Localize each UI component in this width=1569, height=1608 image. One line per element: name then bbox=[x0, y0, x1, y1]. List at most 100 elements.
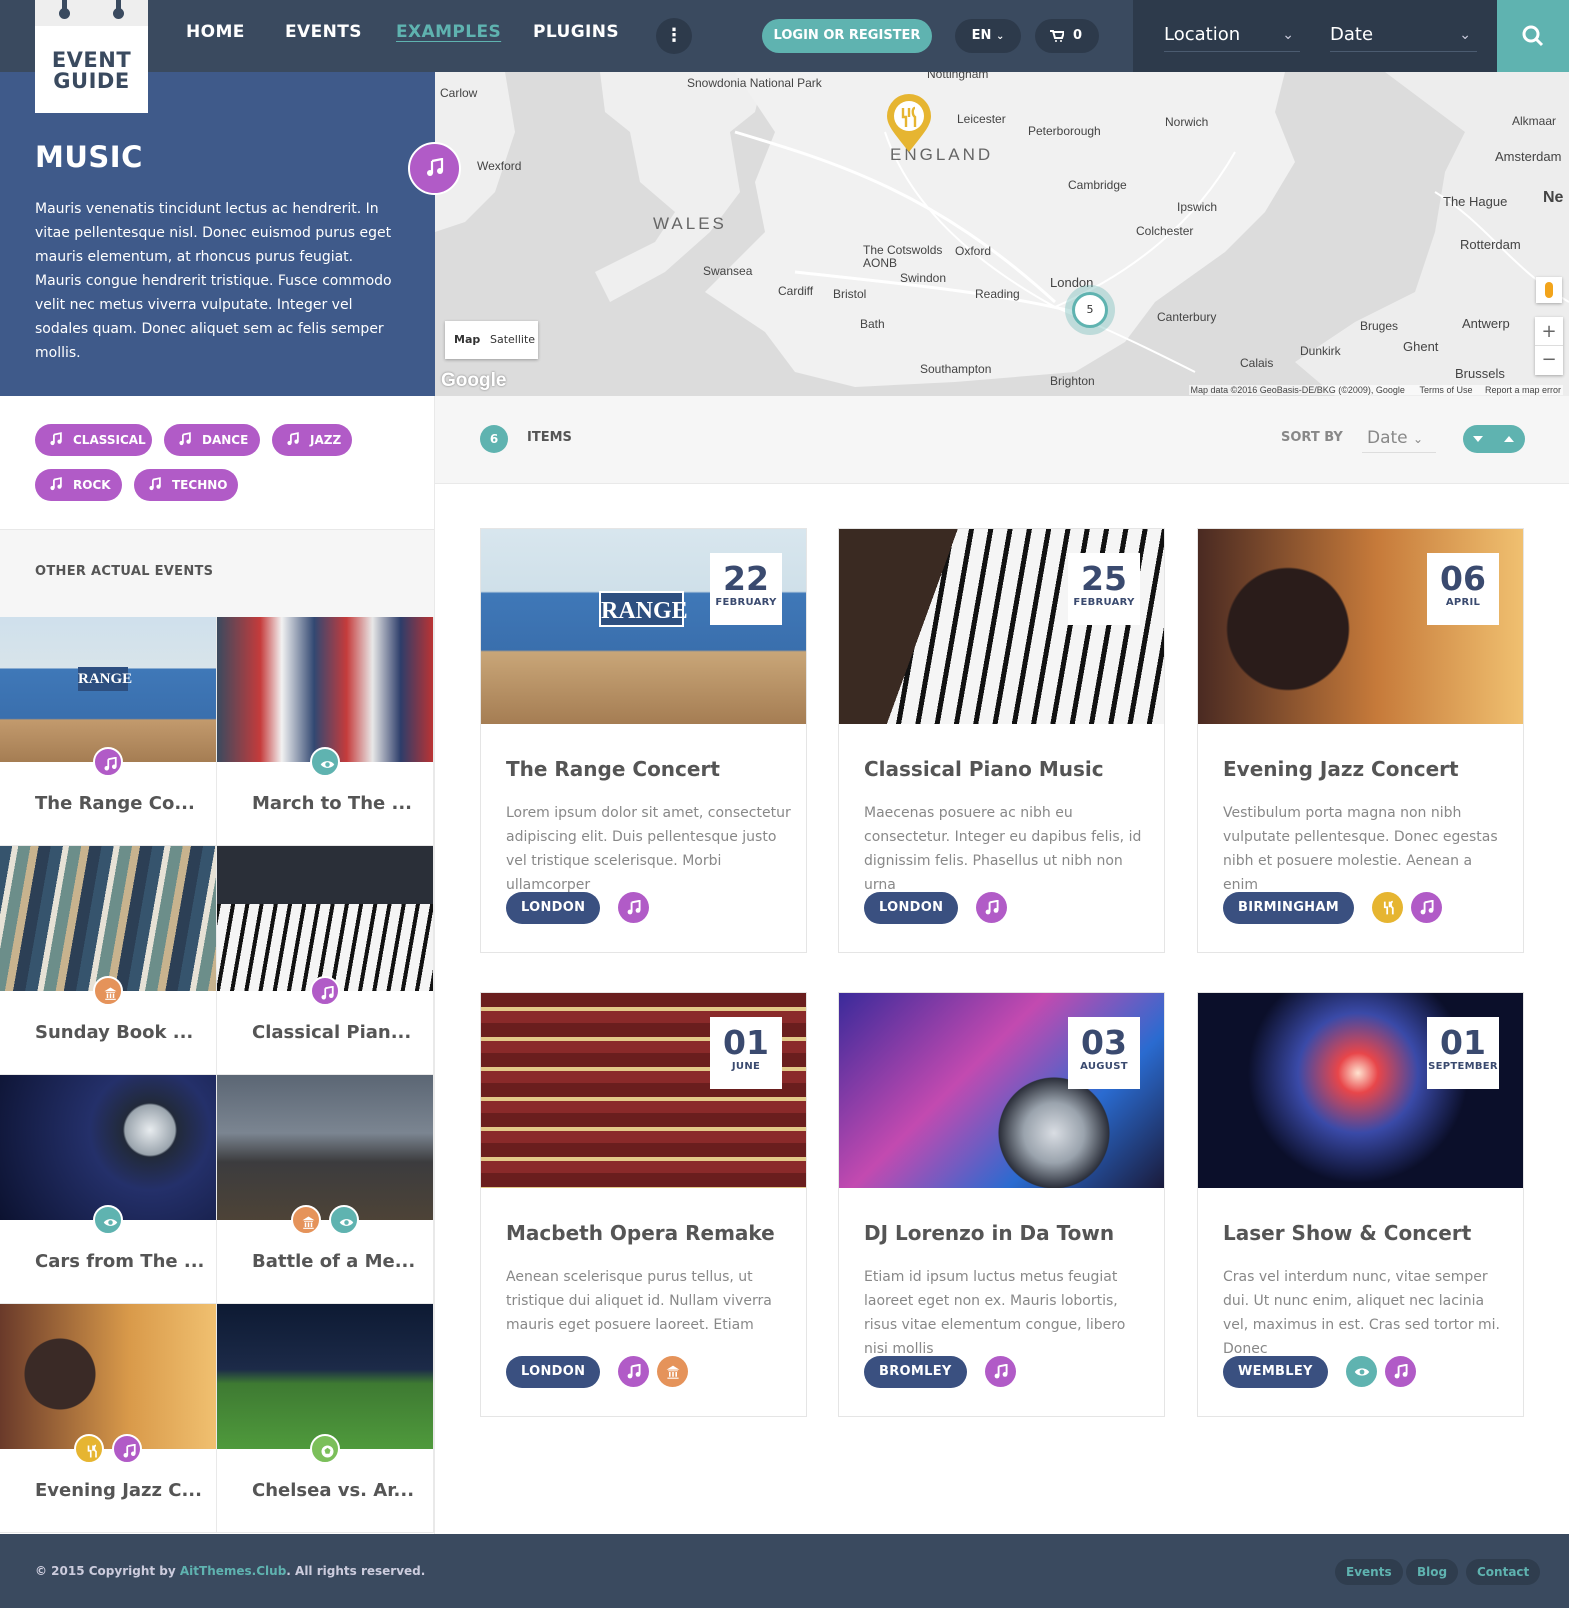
music-category-badge[interactable] bbox=[618, 892, 649, 923]
event-title[interactable]: Laser Show & Concert bbox=[1223, 1221, 1471, 1245]
event-title[interactable]: Evening Jazz Concert bbox=[1223, 757, 1459, 781]
map-cluster-marker[interactable]: 5 bbox=[1065, 285, 1115, 335]
music-category-badge bbox=[408, 142, 461, 195]
nav-plugins[interactable]: PLUGINS bbox=[533, 22, 619, 42]
footer-link-contact[interactable]: Contact bbox=[1466, 1559, 1541, 1585]
sights-category-badge[interactable] bbox=[310, 747, 340, 777]
event-title[interactable]: DJ Lorenzo in Da Town bbox=[864, 1221, 1114, 1245]
tag-rock[interactable]: ROCK bbox=[35, 469, 122, 501]
search-button[interactable] bbox=[1497, 0, 1569, 72]
site-logo[interactable]: EVENT GUIDE bbox=[35, 0, 148, 113]
items-label: ITEMS bbox=[527, 430, 572, 445]
zoom-out-button[interactable]: − bbox=[1535, 346, 1563, 374]
map-label: Alkmaar bbox=[1512, 114, 1557, 128]
events-map[interactable]: Snowdonia National Park Nottingham Leice… bbox=[435, 72, 1569, 396]
music-category-badge[interactable] bbox=[985, 1356, 1016, 1387]
event-card[interactable]: 03 AUGUST DJ Lorenzo in Da Town Etiam id … bbox=[838, 992, 1165, 1417]
music-category-badge[interactable] bbox=[310, 976, 340, 1006]
event-location-badge[interactable]: BIRMINGHAM bbox=[1223, 892, 1354, 924]
event-title[interactable]: Classical Piano Music bbox=[864, 757, 1104, 781]
museum-category-badge[interactable] bbox=[657, 1356, 688, 1387]
museum-category-badge[interactable] bbox=[93, 976, 123, 1006]
pegman-icon[interactable] bbox=[1536, 277, 1562, 303]
sidebar-event[interactable]: Evening Jazz C... bbox=[0, 1304, 217, 1533]
event-card[interactable]: 01 JUNE Macbeth Opera Remake Aenean scele… bbox=[480, 992, 807, 1417]
login-register-button[interactable]: LOGIN OR REGISTER bbox=[762, 19, 932, 53]
language-selector[interactable]: EN ⌄ bbox=[955, 19, 1021, 53]
sidebar-event[interactable]: Cars from The ... bbox=[0, 1075, 217, 1304]
map-label: Leicester bbox=[957, 112, 1006, 126]
event-location-badge[interactable]: BROMLEY bbox=[864, 1356, 967, 1388]
event-card[interactable]: 01 SEPTEMBER Laser Show & Concert Cras ve… bbox=[1197, 992, 1524, 1417]
event-card[interactable]: 06 APRIL Evening Jazz Concert Vestibulum … bbox=[1197, 528, 1524, 953]
event-location-badge[interactable]: WEMBLEY bbox=[1223, 1356, 1328, 1388]
event-card[interactable]: 25 FEBRUARY Classical Piano Music Maecena… bbox=[838, 528, 1165, 953]
map-label: The Cotswolds AONB bbox=[863, 243, 943, 270]
map-terms-link[interactable]: Terms of Use bbox=[1419, 385, 1472, 395]
sort-descending-button[interactable] bbox=[1463, 425, 1494, 453]
sights-category-badge[interactable] bbox=[93, 1205, 123, 1235]
cart-icon bbox=[1050, 30, 1064, 42]
map-pin-food[interactable] bbox=[885, 94, 933, 154]
sidebar-event[interactable]: March to The ... bbox=[217, 617, 434, 846]
footer-link-blog[interactable]: Blog bbox=[1406, 1559, 1459, 1585]
food-category-badge[interactable] bbox=[74, 1434, 104, 1464]
tag-label: TECHNO bbox=[172, 478, 228, 492]
copyright-brand-link[interactable]: AitThemes.Club bbox=[180, 1564, 286, 1578]
sidebar-event[interactable]: RANGE The Range Co... bbox=[0, 617, 217, 846]
food-category-badge[interactable] bbox=[1372, 892, 1403, 923]
map-pin-icon bbox=[887, 94, 931, 152]
tag-classical[interactable]: CLASSICAL bbox=[35, 424, 152, 456]
music-category-badge[interactable] bbox=[1385, 1356, 1416, 1387]
tag-techno[interactable]: TECHNO bbox=[134, 469, 238, 501]
sidebar-event[interactable]: Chelsea vs. Ar... bbox=[217, 1304, 434, 1533]
tag-label: ROCK bbox=[73, 478, 111, 492]
event-title[interactable]: The Range Concert bbox=[506, 757, 720, 781]
nav-examples[interactable]: EXAMPLES bbox=[396, 22, 501, 42]
nav-events[interactable]: EVENTS bbox=[285, 22, 362, 42]
location-filter-value: Location bbox=[1164, 24, 1241, 45]
map-label: Bruges bbox=[1360, 319, 1399, 333]
sidebar-event[interactable]: Sunday Book ... bbox=[0, 846, 217, 1075]
map-cluster-inner: 5 bbox=[1072, 292, 1108, 328]
music-note-icon bbox=[287, 432, 299, 446]
cart-button[interactable]: 0 bbox=[1035, 19, 1099, 53]
sport-category-badge[interactable] bbox=[310, 1434, 340, 1464]
music-category-badge[interactable] bbox=[618, 1356, 649, 1387]
chevron-down-icon: ⌄ bbox=[1459, 27, 1471, 43]
event-location-badge[interactable]: LONDON bbox=[506, 892, 601, 924]
music-category-badge[interactable] bbox=[1411, 892, 1442, 923]
vertical-dots-icon: ⋮ bbox=[665, 25, 683, 46]
event-date: 01 JUNE bbox=[710, 1017, 782, 1089]
nav-home[interactable]: HOME bbox=[186, 22, 245, 42]
more-menu-button[interactable]: ⋮ bbox=[656, 18, 692, 54]
cart-count: 0 bbox=[1073, 28, 1083, 43]
music-note-icon bbox=[50, 477, 62, 491]
event-card[interactable]: RANGE 22 FEBRUARY The Range Concert Lorem… bbox=[480, 528, 807, 953]
sidebar-event[interactable]: Classical Pian... bbox=[217, 846, 434, 1075]
caret-up-icon bbox=[1504, 436, 1514, 442]
event-title[interactable]: Macbeth Opera Remake bbox=[506, 1221, 775, 1245]
map-report-link[interactable]: Report a map error bbox=[1485, 385, 1561, 395]
sights-category-badge[interactable] bbox=[329, 1205, 359, 1235]
location-filter-select[interactable]: Location ⌄ bbox=[1164, 20, 1300, 52]
map-type-map[interactable]: Map bbox=[454, 333, 480, 346]
sort-ascending-button[interactable] bbox=[1494, 425, 1525, 453]
map-label: Wexford bbox=[477, 159, 522, 173]
sort-by-select[interactable]: Date ⌄ bbox=[1362, 423, 1436, 453]
museum-category-badge[interactable] bbox=[291, 1205, 321, 1235]
music-category-badge[interactable] bbox=[976, 892, 1007, 923]
event-location-badge[interactable]: LONDON bbox=[506, 1356, 601, 1388]
date-filter-select[interactable]: Date ⌄ bbox=[1330, 20, 1477, 52]
footer-link-events[interactable]: Events bbox=[1335, 1559, 1403, 1585]
music-category-badge[interactable] bbox=[93, 747, 123, 777]
map-type-satellite[interactable]: Satellite bbox=[490, 333, 535, 346]
music-category-badge[interactable] bbox=[112, 1434, 142, 1464]
tag-dance[interactable]: DANCE bbox=[164, 424, 260, 456]
event-location-badge[interactable]: LONDON bbox=[864, 892, 959, 924]
sidebar-event[interactable]: Battle of a Me... bbox=[217, 1075, 434, 1304]
map-label: Cardiff bbox=[778, 284, 814, 298]
sights-category-badge[interactable] bbox=[1346, 1356, 1377, 1387]
zoom-in-button[interactable]: + bbox=[1535, 317, 1563, 346]
tag-jazz[interactable]: JAZZ bbox=[272, 424, 352, 456]
